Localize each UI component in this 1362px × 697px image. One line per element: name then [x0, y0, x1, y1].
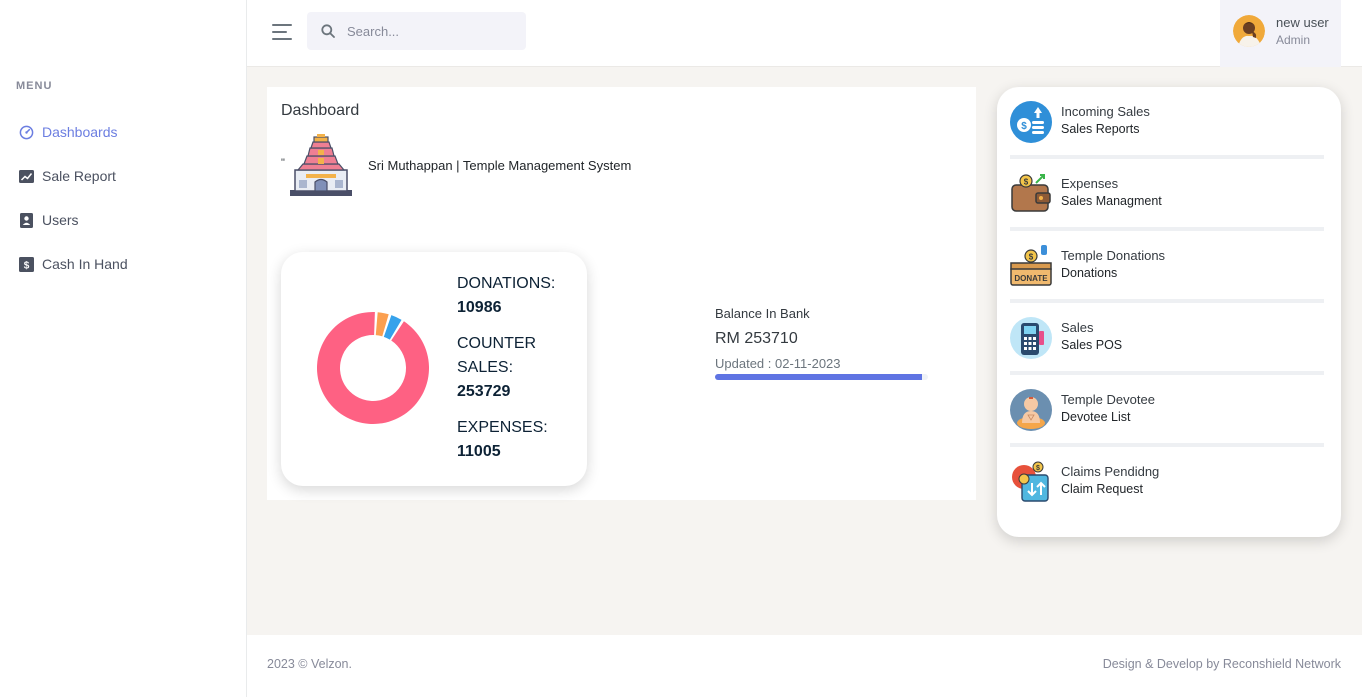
- quick-link-temple-donations[interactable]: $ DONATE Temple Donations Donations: [1010, 231, 1324, 303]
- bank-balance-label: Balance In Bank: [715, 306, 810, 321]
- counter-sales-value: 253729: [457, 383, 511, 400]
- quick-links-panel: $ Incoming Sales Sales Reports $ Expense…: [997, 87, 1341, 537]
- donut-slice-counter-sales: [317, 312, 429, 424]
- quick-link-title: Sales: [1061, 320, 1094, 335]
- search-box: [307, 12, 526, 50]
- quick-link-subtitle: Claim Request: [1061, 482, 1143, 496]
- quick-link-title: Expenses: [1061, 176, 1119, 191]
- quick-link-subtitle: Sales Managment: [1061, 194, 1162, 208]
- bank-updated-date: Updated : 02-11-2023: [715, 356, 841, 371]
- pos-terminal-icon: [1010, 317, 1052, 359]
- avatar: [1233, 15, 1265, 47]
- bank-balance-amount: RM 253710: [715, 330, 798, 347]
- user-card-icon: [18, 212, 34, 228]
- svg-text:$: $: [23, 260, 29, 271]
- quick-link-claims-pending[interactable]: $ Claims Pendidng Claim Request: [1010, 447, 1324, 519]
- search-input[interactable]: [347, 12, 517, 50]
- dollar-box-icon: $: [18, 256, 34, 272]
- donate-box-icon: $ DONATE: [1010, 245, 1052, 286]
- quick-link-temple-devotee[interactable]: Temple Devotee Devotee List: [1010, 375, 1324, 447]
- sidebar-item-label: Sale Report: [42, 168, 116, 184]
- sidebar-item-label: Cash In Hand: [42, 256, 128, 272]
- donations-value: 10986: [457, 299, 502, 316]
- quick-link-title: Temple Devotee: [1061, 392, 1155, 407]
- footer: 2023 © Velzon. Design & Develop by Recon…: [247, 635, 1362, 697]
- footer-credits: Design & Develop by Reconshield Network: [1102, 657, 1341, 671]
- devotee-icon: [1010, 389, 1052, 431]
- donations-label: DONATIONS:: [457, 275, 556, 292]
- quick-link-sales-pos[interactable]: Sales Sales POS: [1010, 303, 1324, 375]
- quick-link-subtitle: Sales POS: [1061, 338, 1123, 352]
- dashboard-card: Dashboard " Sri Muthappan | Temple Manag…: [267, 87, 976, 500]
- quick-link-title: Temple Donations: [1061, 248, 1166, 263]
- sidebar-item-label: Dashboards: [42, 124, 118, 140]
- user-name: new user: [1276, 15, 1329, 30]
- bank-progress-bar: [715, 374, 928, 380]
- counter-sales-label-line2: SALES:: [457, 359, 514, 376]
- incoming-sales-icon: $: [1010, 101, 1052, 143]
- counter-sales-label-line1: COUNTER: [457, 335, 537, 352]
- temple-logo: [288, 134, 354, 198]
- user-dropdown[interactable]: new user Admin: [1220, 0, 1341, 67]
- search-icon: [321, 24, 335, 38]
- quick-link-subtitle: Devotee List: [1061, 410, 1131, 424]
- dashboard-gauge-icon: [18, 124, 34, 140]
- donut-chart: [317, 312, 429, 424]
- topbar: new user Admin: [247, 0, 1362, 67]
- bank-progress-fill: [715, 374, 922, 380]
- expenses-label: EXPENSES:: [457, 419, 548, 436]
- quick-link-subtitle: Donations: [1061, 266, 1118, 280]
- sidebar-item-label: Users: [42, 212, 79, 228]
- svg-text:$: $: [1024, 178, 1029, 187]
- hamburger-menu-icon[interactable]: [272, 23, 292, 41]
- svg-text:DONATE: DONATE: [1014, 274, 1048, 283]
- svg-text:$: $: [1036, 465, 1040, 472]
- sidebar-item-sale-report[interactable]: Sale Report: [0, 154, 246, 198]
- user-role: Admin: [1276, 33, 1311, 47]
- page-title: Dashboard: [281, 102, 360, 119]
- quick-link-incoming-sales[interactable]: $ Incoming Sales Sales Reports: [1010, 87, 1324, 159]
- expenses-value: 11005: [457, 443, 501, 460]
- sidebar: MENU Dashboards Sale Report Users $ Cash…: [0, 0, 247, 697]
- quick-link-title: Claims Pendidng: [1061, 464, 1160, 479]
- sidebar-item-cash-in-hand[interactable]: $ Cash In Hand: [0, 242, 246, 286]
- wallet-icon: $: [1011, 174, 1051, 212]
- quick-link-expenses[interactable]: $ Expenses Sales Managment: [1010, 159, 1324, 231]
- footer-copyright: 2023 © Velzon.: [267, 657, 352, 671]
- svg-text:$: $: [1029, 253, 1034, 262]
- sidebar-item-users[interactable]: Users: [0, 198, 246, 242]
- stats-card: DONATIONS: 10986 COUNTER SALES: 253729 E…: [281, 252, 587, 486]
- quote-mark: ": [281, 157, 285, 169]
- menu-title: MENU: [16, 80, 53, 92]
- claim-request-icon: $: [1012, 461, 1049, 502]
- trend-chart-icon: [18, 168, 34, 184]
- sidebar-nav: Dashboards Sale Report Users $ Cash In H…: [0, 110, 246, 286]
- svg-text:$: $: [1021, 121, 1027, 132]
- sidebar-item-dashboards[interactable]: Dashboards: [0, 110, 246, 154]
- system-title: Sri Muthappan | Temple Management System: [368, 158, 632, 173]
- quick-link-subtitle: Sales Reports: [1061, 122, 1140, 136]
- quick-link-title: Incoming Sales: [1061, 104, 1150, 119]
